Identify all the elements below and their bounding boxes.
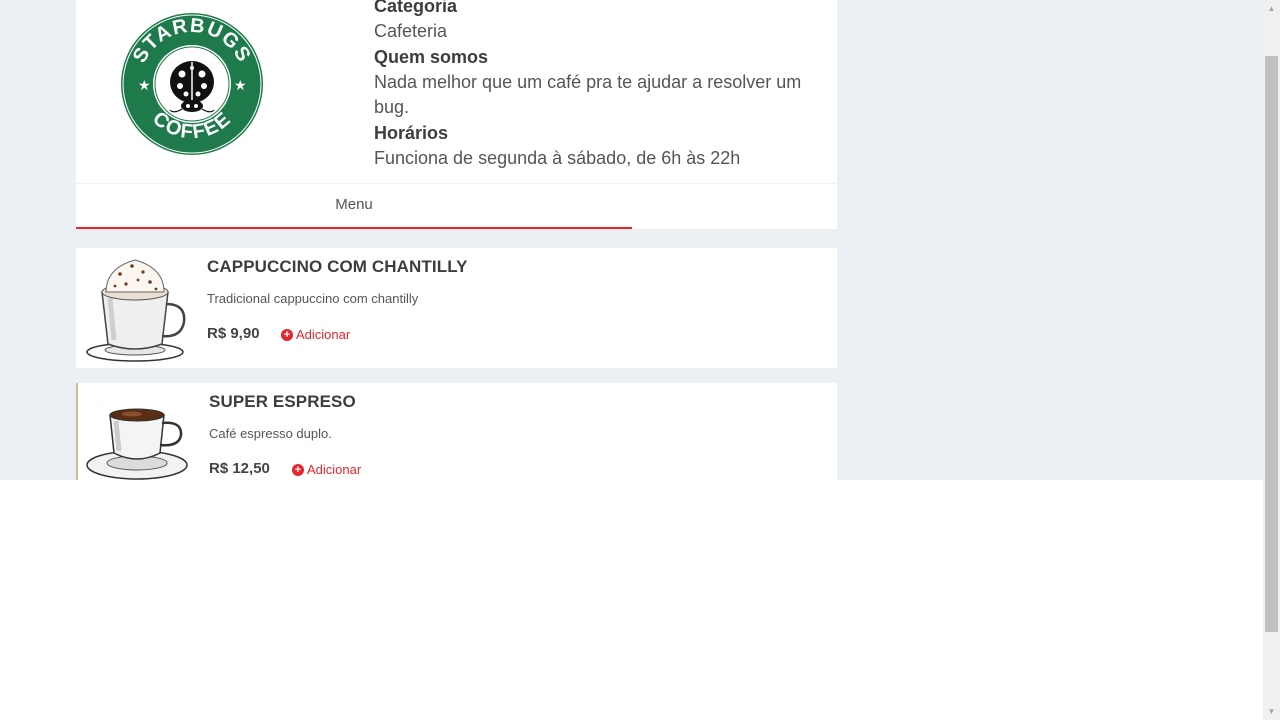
menu-item: SUPER ESPRESO Café espresso duplo. R$ 12… — [76, 383, 837, 480]
restaurant-info: Categoria Cafeteria Quem somos Nada melh… — [374, 0, 834, 171]
vertical-scrollbar[interactable]: ▲ ▼ — [1263, 0, 1280, 720]
restaurant-logo: STARBUGS COFFEE ★ ★ — [119, 11, 265, 157]
tab-menu[interactable]: Menu — [76, 184, 632, 229]
add-button-label: Adicionar — [296, 327, 351, 342]
about-label: Quem somos — [374, 46, 489, 67]
item-name: SUPER ESPRESO — [209, 392, 356, 411]
tab-bar: Menu — [76, 183, 837, 229]
item-description: Tradicional cappuccino com chantilly — [207, 291, 419, 306]
add-to-cart-button[interactable]: + Adicionar — [292, 462, 361, 477]
scroll-up-arrow-icon[interactable]: ▲ — [1263, 0, 1280, 17]
about-value: Nada melhor que um café pra te ajudar a … — [374, 71, 802, 118]
item-description: Café espresso duplo. — [209, 426, 332, 441]
scrollbar-thumb[interactable] — [1265, 56, 1278, 632]
page-viewport: STARBUGS COFFEE ★ ★ Categoria Cafeteria … — [0, 0, 1263, 480]
add-button-label: Adicionar — [307, 462, 362, 477]
svg-text:★: ★ — [234, 77, 247, 93]
hours-label: Horários — [374, 122, 449, 143]
item-price: R$ 9,90 — [207, 325, 260, 342]
espresso-image — [86, 408, 188, 480]
menu-item: CAPPUCCINO COM CHANTILLY Tradicional cap… — [76, 248, 837, 368]
add-to-cart-button[interactable]: + Adicionar — [281, 327, 350, 342]
category-label: Categoria — [374, 0, 458, 16]
svg-text:★: ★ — [138, 77, 151, 93]
restaurant-container: STARBUGS COFFEE ★ ★ Categoria Cafeteria … — [76, 0, 837, 480]
plus-circle-icon: + — [292, 463, 304, 476]
hours-value: Funciona de segunda à sábado, de 6h às 2… — [374, 147, 741, 168]
restaurant-header: STARBUGS COFFEE ★ ★ Categoria Cafeteria … — [76, 0, 837, 183]
category-value: Cafeteria — [374, 21, 448, 41]
scroll-down-arrow-icon[interactable]: ▼ — [1263, 703, 1280, 720]
item-name: CAPPUCCINO COM CHANTILLY — [207, 257, 468, 276]
item-price: R$ 12,50 — [209, 460, 270, 477]
plus-circle-icon: + — [281, 328, 293, 341]
cappuccino-image — [86, 259, 186, 362]
